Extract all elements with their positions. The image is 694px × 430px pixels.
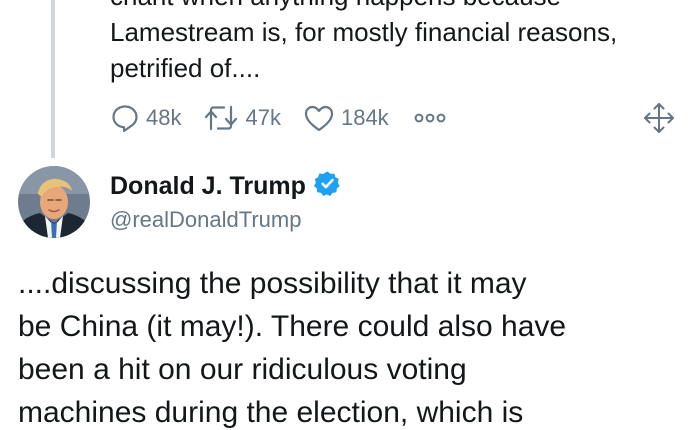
- tweet-thread-view: chant when anything happens because Lame…: [0, 0, 694, 430]
- tweet-text-line: be China (it may!). There could also hav…: [18, 310, 567, 343]
- retweet-icon: [203, 103, 239, 133]
- expand-arrows-icon: [642, 103, 676, 139]
- previous-tweet-line: Lamestream is, for mostly financial reas…: [110, 17, 618, 47]
- author-handle[interactable]: @realDonaldTrump: [110, 207, 301, 233]
- previous-tweet-text: chant when anything happens because Lame…: [110, 0, 694, 86]
- author-display-name[interactable]: Donald J. Trump: [110, 172, 306, 201]
- previous-tweet-line: petrified of....: [110, 53, 261, 83]
- verified-badge-icon: [313, 170, 341, 202]
- tweet-text: ....discussing the possibility that it m…: [18, 262, 694, 430]
- reply-button[interactable]: 48k: [110, 103, 181, 133]
- reply-count: 48k: [146, 105, 182, 130]
- author-name-row: Donald J. Trump: [110, 170, 341, 202]
- tweet-action-bar: 48k 47k 184k: [110, 100, 469, 136]
- retweet-button[interactable]: 47k: [203, 103, 281, 133]
- retweet-count: 47k: [245, 105, 281, 130]
- reply-icon: [110, 103, 140, 133]
- more-options-button[interactable]: [413, 111, 447, 125]
- tweet-text-line: been a hit on our ridiculous voting: [18, 353, 467, 386]
- avatar[interactable]: [18, 166, 90, 238]
- thread-connector-line: [51, 0, 55, 158]
- like-button[interactable]: 184k: [303, 103, 389, 133]
- heart-icon: [303, 103, 335, 133]
- tweet-text-line: ....discussing the possibility that it m…: [18, 267, 527, 300]
- more-dots-icon: [413, 111, 447, 125]
- like-count: 184k: [340, 105, 389, 130]
- expand-button[interactable]: [642, 101, 676, 140]
- tweet-text-line: machines during the election, which is: [18, 396, 524, 429]
- previous-tweet-line: chant when anything happens because: [110, 0, 694, 14]
